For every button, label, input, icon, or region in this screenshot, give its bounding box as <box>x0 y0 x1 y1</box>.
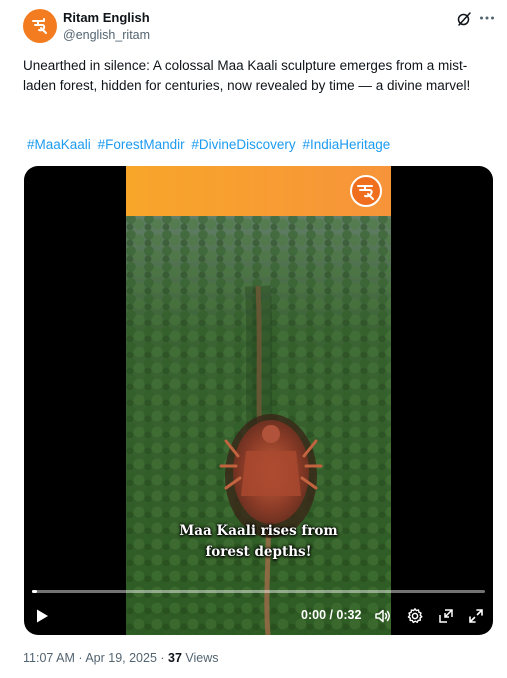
avatar[interactable] <box>23 9 57 43</box>
caption-line: forest depths! <box>205 544 312 560</box>
hashtag-link[interactable]: #ForestMandir <box>98 137 185 152</box>
post-time[interactable]: 11:07 AM <box>23 651 75 665</box>
hashtag-link[interactable]: #MaaKaali <box>27 137 91 152</box>
hashtag-link[interactable]: #IndiaHeritage <box>302 137 390 152</box>
tweet: Ritam English @english_ritam Unearthed i… <box>0 0 507 678</box>
video-frame[interactable]: Maa Kaali rises from forest depths! <box>126 166 391 635</box>
post-date[interactable]: Apr 19, 2025 <box>85 651 157 665</box>
hashtag-link[interactable]: #DivineDiscovery <box>191 137 295 152</box>
author-name[interactable]: Ritam English <box>63 10 150 25</box>
caption-line: Maa Kaali rises from <box>179 523 338 539</box>
views-label: Views <box>181 651 219 665</box>
separator: · <box>74 651 86 665</box>
ritam-logo-icon <box>32 18 47 34</box>
gear-icon[interactable] <box>406 607 424 625</box>
tweet-text: Unearthed in silence: A colossal Maa Kaa… <box>23 58 471 93</box>
tweet-meta: 11:07 AM · Apr 19, 2025 · 37 Views <box>23 651 219 665</box>
volume-icon[interactable] <box>374 607 392 625</box>
video-time: 0:00 / 0:32 <box>301 608 362 622</box>
hashtags: #MaaKaali #ForestMandir #DivineDiscovery… <box>27 135 497 155</box>
video-thumbnail <box>126 166 391 635</box>
progress-bar[interactable] <box>32 590 485 593</box>
more-icon[interactable] <box>478 9 496 27</box>
grok-icon[interactable] <box>456 11 472 27</box>
video-player[interactable]: Maa Kaali rises from forest depths! 0:00… <box>24 166 493 635</box>
fullscreen-icon[interactable] <box>467 607 485 625</box>
picture-in-picture-icon[interactable] <box>437 607 455 625</box>
views-count: 37 <box>168 651 182 665</box>
separator: · <box>156 651 169 665</box>
author-handle[interactable]: @english_ritam <box>63 28 150 42</box>
play-icon[interactable] <box>34 608 50 624</box>
video-caption: Maa Kaali rises from forest depths! <box>126 521 391 563</box>
progress-fill <box>32 590 37 593</box>
